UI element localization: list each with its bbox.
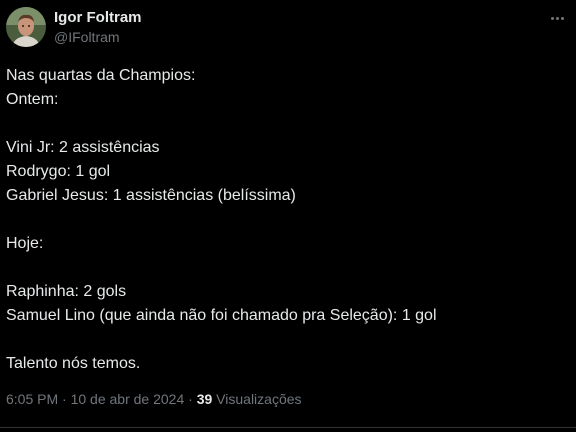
author-handle[interactable]: @IFoltram [54,28,142,46]
tweet-line: Vini Jr: 2 assistências [6,139,160,156]
tweet-timestamp[interactable]: 6:05 PM · 10 de abr de 2024 [6,391,184,407]
tweet-line: Ontem: [6,91,59,108]
tweet-line: Gabriel Jesus: 1 assistências (belíssima… [6,187,296,204]
tweet-line: Hoje: [6,235,44,252]
tweet-text: Nas quartas da Champios: Ontem: Vini Jr:… [6,64,566,376]
tweet-line: Nas quartas da Champios: [6,67,196,84]
views-count: 39 [196,391,213,407]
more-options-button[interactable] [546,9,568,27]
tweet-time: 6:05 PM [6,391,59,407]
avatar-image [6,7,46,47]
views-label: Visualizações [216,391,302,407]
tweet-date: 10 de abr de 2024 [70,391,185,407]
meta-separator: · [188,391,193,407]
tweet: Igor Foltram @IFoltram Nas quartas da Ch… [0,0,576,432]
tweet-header: Igor Foltram @IFoltram [6,7,570,49]
tweet-line [6,208,566,232]
divider [0,427,576,428]
tweet-line: Rodrygo: 1 gol [6,163,111,180]
tweet-line [6,112,566,136]
meta-separator: · [62,391,67,407]
avatar[interactable] [6,7,46,47]
tweet-line: Samuel Lino (que ainda não foi chamado p… [6,307,437,324]
tweet-line: Talento nós temos. [6,355,141,372]
tweet-line [6,328,566,352]
more-horizontal-icon [550,16,554,20]
author-display-name[interactable]: Igor Foltram [54,9,142,27]
tweet-line [6,256,566,280]
tweet-meta: 6:05 PM · 10 de abr de 2024 · 39 Visuali… [6,390,302,408]
author-names: Igor Foltram @IFoltram [54,9,142,46]
tweet-line: Raphinha: 2 gols [6,283,127,300]
